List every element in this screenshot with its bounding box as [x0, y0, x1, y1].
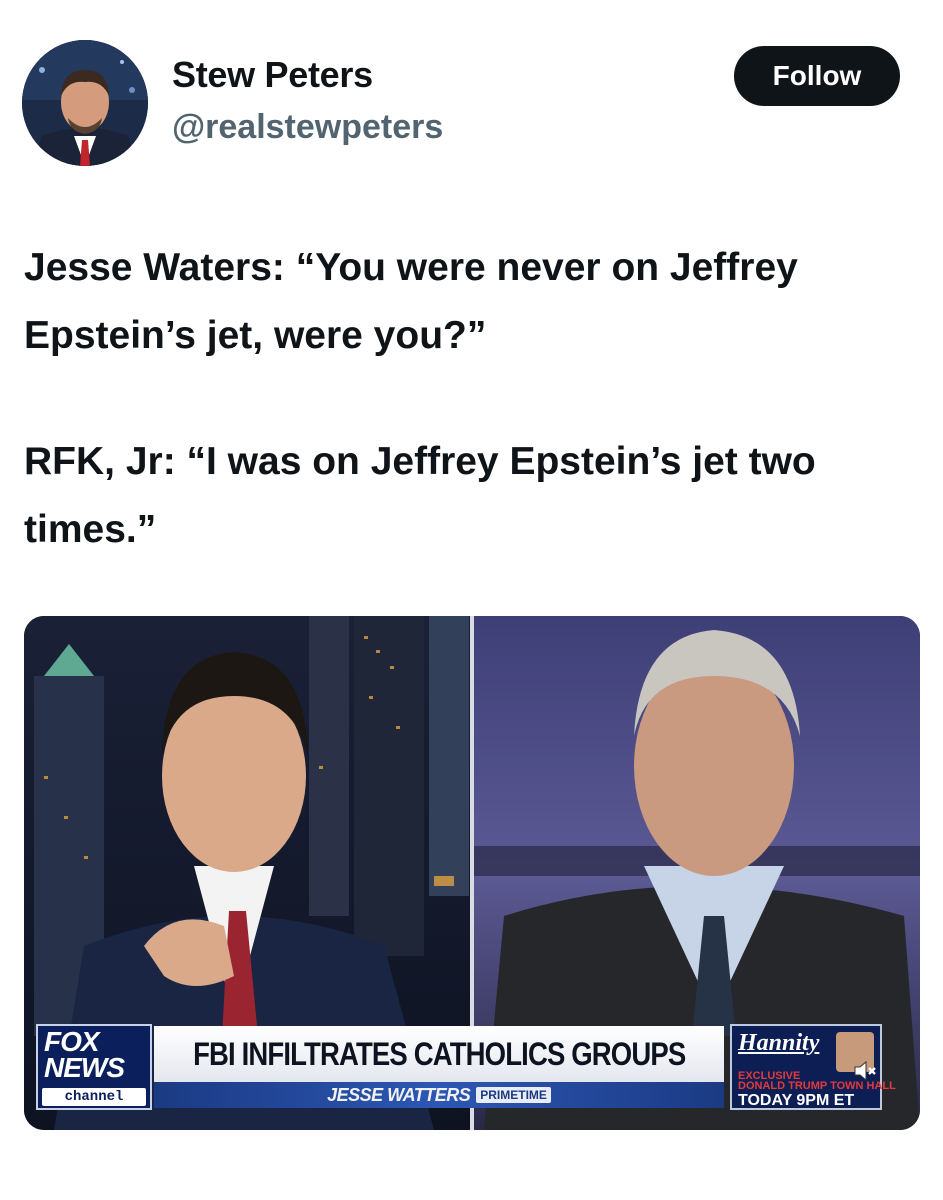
avatar-image	[22, 40, 148, 166]
tweet-paragraph-1: Jesse Waters: “You were never on Jeffrey…	[24, 246, 798, 357]
news-lower-third: FOX NEWS channel FBI INFILTRATES CATHOLI…	[36, 1024, 896, 1110]
promo-line-3: TODAY 9PM ET	[738, 1092, 855, 1109]
show-bar: JESSE WATTERS PRIMETIME	[154, 1082, 724, 1108]
chyron-headline: FBI INFILTRATES CATHOLICS GROUPS	[192, 1035, 686, 1072]
tweet-paragraph-2: RFK, Jr: “I was on Jeffrey Epstein’s jet…	[24, 440, 816, 551]
channel-logo-text: channel	[42, 1088, 146, 1106]
fox-news-logo: FOX NEWS channel	[36, 1024, 152, 1110]
speaker-muted-icon[interactable]	[852, 1058, 878, 1084]
headline-bar: FBI INFILTRATES CATHOLICS GROUPS	[154, 1026, 724, 1082]
profile-handle[interactable]: @realstewpeters	[172, 108, 443, 147]
promo-title: Hannity	[738, 1030, 820, 1056]
news-logo-text: NEWS	[44, 1052, 125, 1083]
profile-name[interactable]: Stew Peters	[172, 54, 373, 96]
avatar[interactable]	[22, 40, 148, 166]
show-tag: PRIMETIME	[476, 1087, 551, 1103]
follow-button[interactable]: Follow	[734, 46, 900, 106]
show-name: JESSE WATTERS	[327, 1084, 471, 1105]
